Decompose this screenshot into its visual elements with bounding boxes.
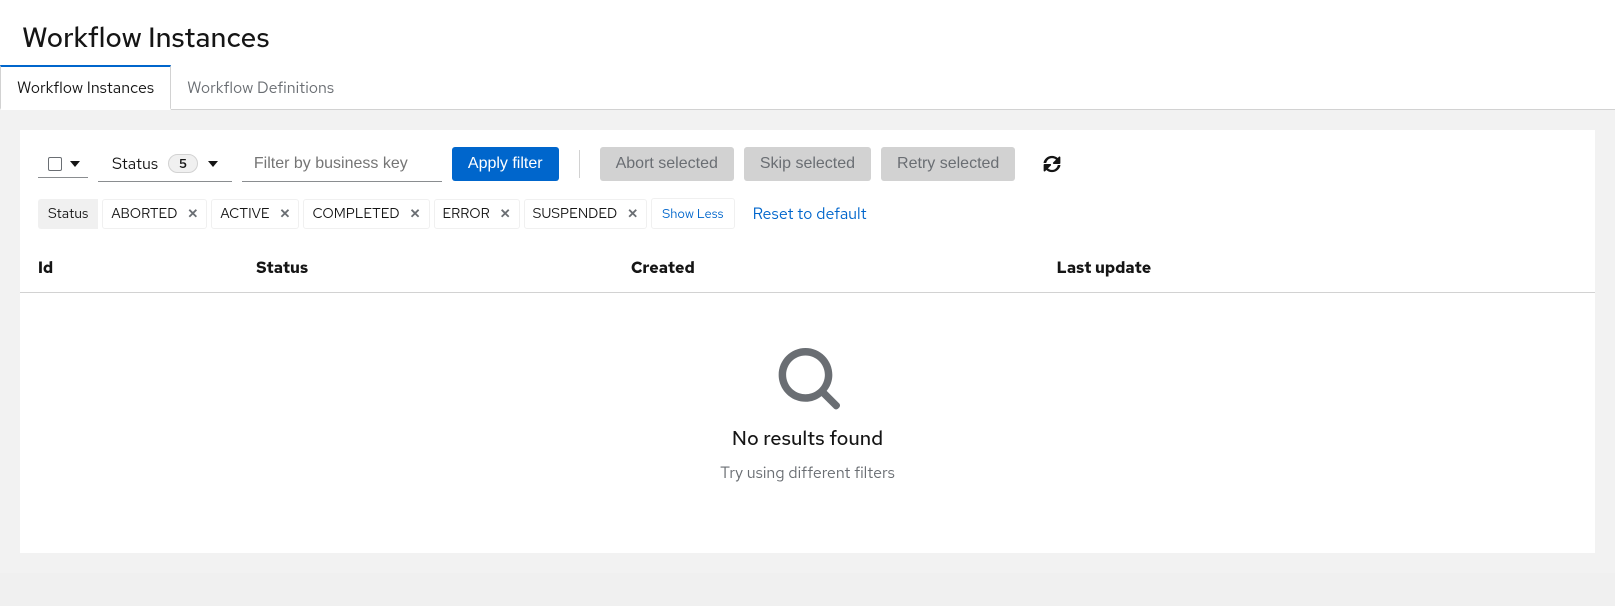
show-less-button[interactable]: Show Less [651, 198, 734, 229]
close-icon[interactable]: ✕ [280, 205, 291, 222]
column-header-id[interactable]: Id [20, 243, 238, 293]
chip-active: ACTIVE ✕ [211, 199, 299, 229]
bulk-select-dropdown[interactable] [38, 151, 88, 178]
active-filter-chips: Status ABORTED ✕ ACTIVE ✕ COMPLETED ✕ E [20, 198, 1595, 243]
column-header-last-update[interactable]: Last update [1039, 243, 1595, 293]
toolbar-separator [579, 150, 580, 178]
refresh-icon[interactable] [1043, 155, 1061, 173]
skip-selected-button[interactable]: Skip selected [744, 147, 871, 181]
status-filter-count-badge: 5 [168, 154, 198, 173]
toolbar: Status 5 Apply filter Abort selected Ski… [20, 130, 1595, 198]
tab-workflow-instances[interactable]: Workflow Instances [0, 65, 171, 110]
column-header-created[interactable]: Created [613, 243, 1039, 293]
checkbox-icon [48, 157, 62, 171]
chip-text: ABORTED [111, 205, 177, 223]
caret-down-icon [208, 161, 218, 167]
chip-completed: COMPLETED ✕ [303, 199, 429, 229]
search-icon [776, 348, 840, 412]
chip-suspended: SUSPENDED ✕ [524, 199, 648, 229]
page-title: Workflow Instances [22, 18, 1593, 56]
empty-state-title: No results found [20, 426, 1595, 452]
business-key-input[interactable] [242, 147, 442, 182]
chip-error: ERROR ✕ [434, 199, 520, 229]
column-header-status[interactable]: Status [238, 243, 613, 293]
caret-down-icon [70, 161, 80, 167]
chip-group-label: Status [38, 199, 98, 229]
close-icon[interactable]: ✕ [187, 205, 198, 222]
chip-aborted: ABORTED ✕ [102, 199, 207, 229]
chip-text: SUSPENDED [533, 205, 618, 223]
reset-to-default-link[interactable]: Reset to default [753, 203, 867, 224]
close-icon[interactable]: ✕ [500, 205, 511, 222]
chip-text: COMPLETED [312, 205, 399, 223]
chip-text: ERROR [443, 205, 490, 223]
retry-selected-button[interactable]: Retry selected [881, 147, 1015, 181]
chip-text: ACTIVE [220, 205, 269, 223]
results-table: Id Status Created Last update [20, 243, 1595, 293]
status-filter-label: Status [112, 153, 158, 174]
close-icon[interactable]: ✕ [410, 205, 421, 222]
apply-filter-button[interactable]: Apply filter [452, 147, 559, 181]
empty-state-subtitle: Try using different filters [20, 462, 1595, 483]
status-filter-dropdown[interactable]: Status 5 [98, 146, 232, 182]
tabs: Workflow Instances Workflow Definitions [0, 64, 1615, 110]
abort-selected-button[interactable]: Abort selected [600, 147, 734, 181]
tab-workflow-definitions[interactable]: Workflow Definitions [171, 65, 350, 110]
close-icon[interactable]: ✕ [627, 205, 638, 222]
empty-state: No results found Try using different fil… [20, 293, 1595, 553]
